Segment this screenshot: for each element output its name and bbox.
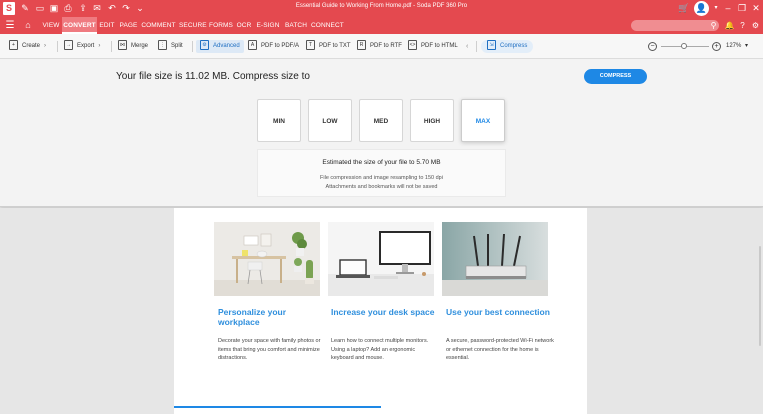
tab-comment[interactable]: COMMENT: [141, 17, 176, 34]
minimize-icon[interactable]: –: [722, 2, 734, 15]
pdf-to-pdfa-label: PDF to PDF/A: [261, 43, 300, 49]
merge-label: Merge: [131, 43, 149, 49]
desk-photo: [328, 222, 434, 296]
vertical-scrollbar[interactable]: [759, 246, 761, 346]
title-bar: S ✎ ▭ ▣ ⎙ ⇪ ✉ ↶ ↷ ⌄ Essential Guide to W…: [0, 0, 763, 17]
export-button[interactable]: → Export ›: [64, 40, 100, 53]
card-text: A secure, password-protected Wi-Fi netwo…: [446, 338, 554, 361]
tab-view[interactable]: VIEW: [41, 17, 61, 34]
file-size-text: Your file size is 11.02 MB. Compress siz…: [116, 71, 310, 82]
settings-gear-icon[interactable]: ⚙: [750, 19, 761, 32]
estimate-title: Estimated the size of your file to 5.70 …: [322, 159, 441, 166]
card-image-connection: [442, 222, 548, 296]
window-title: Essential Guide to Working From Home.pdf…: [295, 3, 468, 9]
tab-esign[interactable]: E-SIGN: [255, 17, 281, 34]
pdf-to-rtf-label: PDF to RTF: [370, 43, 402, 49]
advanced-icon: ⚙: [200, 40, 209, 51]
zoom-in-icon[interactable]: +: [712, 42, 721, 51]
card-image-desk-space: [328, 222, 434, 296]
pdf-to-rtf-button[interactable]: R PDF to RTF: [357, 40, 402, 53]
pdf-to-html-label: PDF to HTML: [421, 43, 458, 49]
tab-batch[interactable]: BATCH: [284, 17, 308, 34]
compress-label: Compress: [500, 43, 528, 49]
tab-ocr[interactable]: OCR: [236, 17, 252, 34]
advanced-button[interactable]: ⚙ Advanced: [196, 40, 244, 53]
cart-icon[interactable]: 🛒: [678, 2, 690, 15]
account-dropdown-icon[interactable]: ▾: [712, 2, 720, 15]
card-image-workplace: [214, 222, 320, 296]
tab-convert[interactable]: CONVERT: [62, 17, 97, 34]
tab-page[interactable]: PAGE: [119, 17, 138, 34]
compress-panel: Your file size is 11.02 MB. Compress siz…: [0, 59, 763, 207]
tab-edit[interactable]: EDIT: [98, 17, 116, 34]
split-label: Split: [171, 43, 183, 49]
pdf-to-txt-button[interactable]: T PDF to TXT: [306, 40, 351, 53]
split-icon: ⋮: [158, 40, 167, 51]
card-title: Use your best connection: [446, 307, 550, 317]
help-icon[interactable]: ?: [737, 19, 748, 32]
pdf-to-html-button[interactable]: <> PDF to HTML: [408, 40, 458, 53]
divider: [476, 41, 477, 52]
create-button[interactable]: + Create ›: [9, 40, 46, 53]
html-file-icon: <>: [408, 40, 417, 51]
card-title: Increase your desk space: [331, 307, 435, 317]
pdf-to-pdfa-button[interactable]: A PDF to PDF/A: [248, 40, 299, 53]
divider: [192, 41, 193, 52]
close-icon[interactable]: ✕: [750, 2, 762, 15]
search-input[interactable]: [631, 20, 719, 31]
txt-file-icon: T: [306, 40, 315, 51]
chevron-right-icon: ›: [44, 43, 47, 49]
compression-level-med[interactable]: MED: [359, 99, 403, 142]
card-text: Learn how to connect multiple monitors. …: [331, 338, 429, 361]
zoom-dropdown-icon[interactable]: ▾: [745, 40, 748, 53]
pdfa-file-icon: A: [248, 40, 257, 51]
zoom-level: 127%: [726, 43, 742, 49]
page-load-progress: [174, 406, 381, 408]
divider: [111, 41, 112, 52]
compression-level-high[interactable]: HIGH: [410, 99, 454, 142]
export-document-icon: →: [64, 40, 73, 51]
user-avatar-icon[interactable]: 👤: [694, 1, 709, 16]
toolbar-scroll-left-icon[interactable]: ‹: [466, 40, 468, 53]
pdf-page: Personalize your workplace Increase your…: [174, 208, 587, 414]
estimate-detail-line: File compression and image resampling to…: [320, 175, 443, 181]
create-document-icon: +: [9, 40, 18, 51]
estimate-detail-line: Attachments and bookmarks will not be sa…: [325, 184, 438, 190]
document-viewer[interactable]: Personalize your workplace Increase your…: [0, 208, 763, 414]
card-title: Personalize your workplace: [218, 307, 287, 327]
restore-icon[interactable]: ❐: [736, 2, 748, 15]
create-label: Create: [22, 43, 41, 49]
compress-icon: ⇲: [487, 40, 496, 51]
merge-icon: ⋈: [118, 40, 127, 51]
compression-level-max[interactable]: MAX: [461, 99, 505, 142]
advanced-label: Advanced: [213, 43, 240, 49]
compression-level-min[interactable]: MIN: [257, 99, 301, 142]
compression-estimate-box: Estimated the size of your file to 5.70 …: [257, 149, 506, 197]
compression-level-low[interactable]: LOW: [308, 99, 352, 142]
tab-secure[interactable]: SECURE: [179, 17, 207, 34]
compress-button[interactable]: ⇲ Compress: [481, 40, 534, 53]
pdf-to-txt-label: PDF to TXT: [319, 43, 351, 49]
search-icon[interactable]: ⚲: [708, 19, 719, 32]
workplace-photo: [214, 222, 320, 296]
home-icon[interactable]: ⌂: [22, 19, 34, 32]
export-label: Export: [77, 43, 95, 49]
rtf-file-icon: R: [357, 40, 366, 51]
merge-button[interactable]: ⋈ Merge: [118, 40, 148, 53]
tab-connect[interactable]: CONNECT: [311, 17, 344, 34]
zoom-slider-handle[interactable]: [681, 43, 687, 49]
convert-toolbar: + Create › → Export › ⋈ Merge ⋮ Split ⚙ Advance…: [0, 34, 763, 59]
router-photo: [442, 222, 548, 296]
compress-action-button[interactable]: COMPRESS: [584, 69, 647, 84]
zoom-out-icon[interactable]: −: [648, 42, 657, 51]
menu-bar: ☰ ⌂ VIEW CONVERT EDIT PAGE COMMENT SECUR…: [0, 17, 763, 34]
chevron-right-icon: ›: [98, 43, 101, 49]
hamburger-menu-icon[interactable]: ☰: [4, 19, 16, 32]
card-text: Decorate your space with family photos o…: [218, 338, 321, 361]
tab-forms[interactable]: FORMS: [209, 17, 233, 34]
divider: [57, 41, 58, 52]
bell-icon[interactable]: 🔔: [724, 19, 735, 32]
split-button[interactable]: ⋮ Split: [158, 40, 183, 53]
